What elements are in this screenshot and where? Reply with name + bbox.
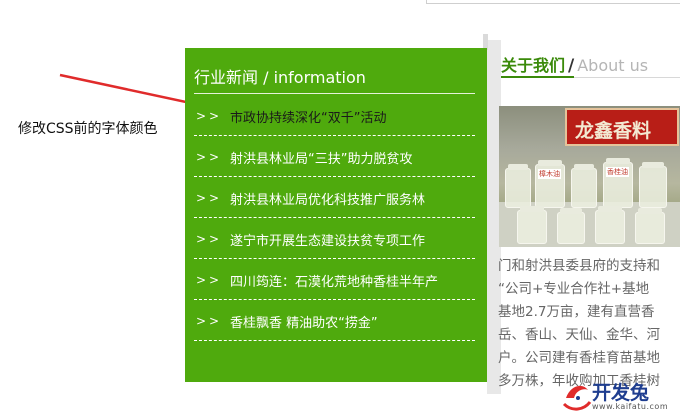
news-link[interactable]: 遂宁市开展生态建设扶贫专项工作 — [230, 230, 425, 249]
news-item[interactable]: >> 遂宁市开展生态建设扶贫专项工作 — [194, 218, 475, 259]
about-text-line: 户。公司建有香桂育苗基地 — [498, 350, 660, 366]
jar-image: 樟木油 — [535, 160, 565, 208]
about-heading: 关于我们 / About us — [501, 52, 648, 76]
news-list: >> 市政协持续深化“双千”活动 >> 射洪县林业局“三扶”助力脱贫攻 >> 射… — [194, 95, 475, 341]
watermark-title: 开发兔 — [592, 382, 650, 404]
watermark-url: www.kaifatu.com — [592, 402, 669, 411]
news-heading: 行业新闻 / information — [194, 68, 366, 87]
jar-image — [517, 206, 547, 244]
about-text-line: 岳、香山、天仙、金华、河 — [498, 327, 660, 343]
news-bullet: >> — [196, 150, 223, 164]
news-item[interactable]: >> 香桂飘香 精油助农“捞金” — [194, 300, 475, 341]
jar-image — [505, 164, 531, 208]
jar-image — [635, 208, 665, 244]
industry-news-panel: 行业新闻 / information >> 市政协持续深化“双千”活动 >> 射… — [185, 48, 487, 382]
about-divider-accent — [501, 76, 574, 78]
photo-sign: 龙鑫香料 — [565, 108, 679, 146]
photo-sign-text: 龙鑫香料 — [575, 120, 652, 142]
news-bullet: >> — [196, 314, 223, 328]
news-item[interactable]: >> 四川筠连：石漠化荒地种香桂半年产 — [194, 259, 475, 300]
news-link[interactable]: 四川筠连：石漠化荒地种香桂半年产 — [230, 271, 438, 290]
rabbit-logo-icon — [562, 385, 592, 411]
jar-image — [639, 162, 667, 208]
about-title-en: About us — [577, 56, 649, 75]
jar-label: 樟木油 — [538, 169, 561, 179]
news-item[interactable]: >> 射洪县林业局优化科技推广服务林 — [194, 177, 475, 218]
news-bullet: >> — [196, 191, 223, 205]
about-title-cn[interactable]: 关于我们 — [501, 56, 565, 75]
news-bullet: >> — [196, 273, 223, 287]
news-bullet: >> — [196, 232, 223, 246]
news-link[interactable]: 射洪县林业局“三扶”助力脱贫攻 — [230, 148, 412, 167]
jar-image: 香桂油 — [603, 158, 633, 208]
about-text-line: 门和射洪县委县府的支持和 — [498, 258, 660, 274]
about-text-line: 基地2.7万亩，建有直营香 — [498, 304, 655, 320]
jar-image — [595, 206, 625, 244]
news-link[interactable]: 市政协持续深化“双千”活动 — [230, 107, 386, 126]
jar-image — [557, 208, 585, 244]
company-photo[interactable]: 龙鑫香料 樟木油 香桂油 — [499, 106, 680, 247]
news-item[interactable]: >> 市政协持续深化“双千”活动 — [194, 95, 475, 136]
news-bullet: >> — [196, 109, 223, 123]
news-link[interactable]: 射洪县林业局优化科技推广服务林 — [230, 189, 425, 208]
news-link[interactable]: 香桂飘香 精油助农“捞金” — [230, 312, 378, 331]
about-text-line: “公司+专业合作社+基地 — [498, 281, 650, 297]
about-description: 门和射洪县委县府的支持和 “公司+专业合作社+基地 基地2.7万亩，建有直营香 … — [498, 255, 680, 393]
jar-label: 香桂油 — [606, 167, 629, 177]
jar-image — [571, 164, 597, 208]
about-title-separator: / — [568, 56, 575, 76]
news-item[interactable]: >> 射洪县林业局“三扶”助力脱贫攻 — [194, 136, 475, 177]
news-heading-divider — [194, 93, 475, 94]
